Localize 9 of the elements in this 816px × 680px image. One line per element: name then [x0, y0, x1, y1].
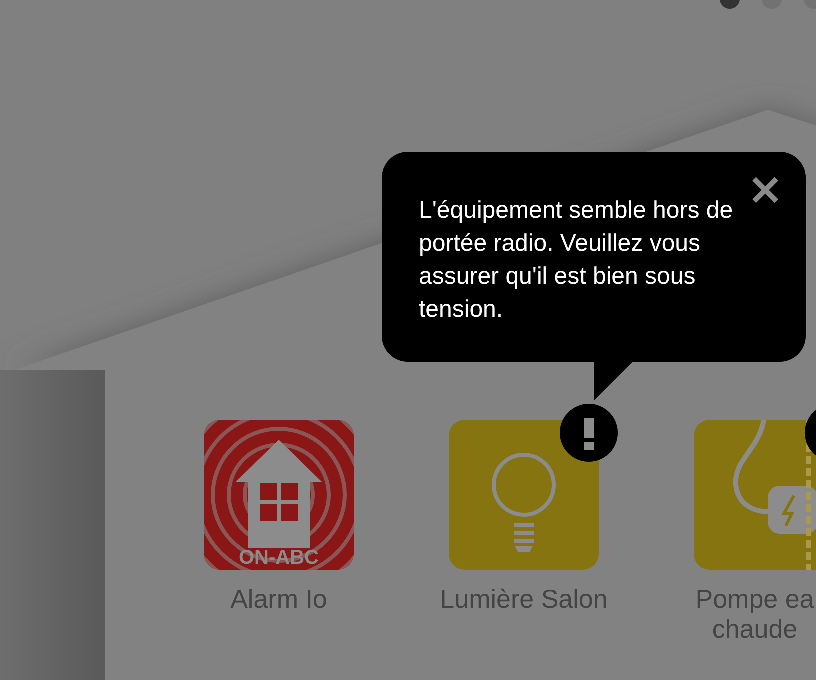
logo-text: ON-ABC: [238, 547, 320, 570]
device-tile[interactable]: [449, 420, 599, 570]
device-label: Pompe ea chaude: [694, 584, 816, 644]
house-rings-icon: [204, 420, 354, 570]
device-label: Alarm Io: [230, 584, 328, 614]
device-label: Lumière Salon: [439, 584, 609, 614]
tooltip-message: L'équipement semble hors de portée radio. Veuillez vous assurer qu'il est bien sous tension.: [419, 196, 734, 325]
close-button[interactable]: ×: [747, 170, 784, 210]
device-tile[interactable]: [694, 420, 816, 570]
